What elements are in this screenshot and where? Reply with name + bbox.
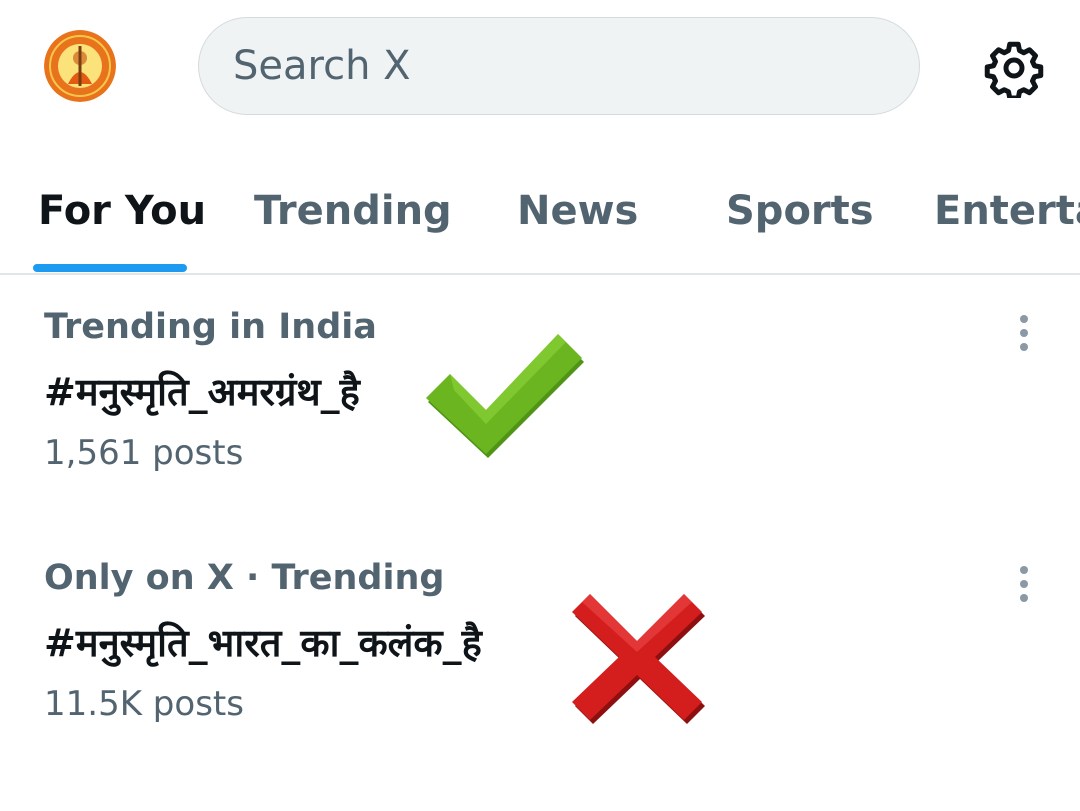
- active-tab-indicator: [33, 264, 187, 272]
- settings-button[interactable]: [982, 36, 1046, 100]
- voice-of-brahmins-logo-icon: [44, 30, 116, 102]
- trend-post-count: 11.5K posts: [44, 684, 244, 724]
- profile-avatar[interactable]: [44, 30, 116, 102]
- more-options-button[interactable]: [1004, 562, 1044, 606]
- tab-for-you[interactable]: For You: [38, 188, 206, 234]
- tab-news[interactable]: News: [517, 188, 638, 234]
- more-vertical-icon: [1020, 315, 1028, 351]
- trend-context: Trending in India: [44, 307, 377, 347]
- trend-hashtag: #मनुस्मृति_अमरग्रंथ_है: [44, 370, 360, 414]
- search-placeholder: Search X: [233, 43, 411, 89]
- gear-icon: [984, 41, 1044, 98]
- trend-post-count: 1,561 posts: [44, 433, 244, 473]
- divider: [0, 273, 1080, 275]
- red-cross-icon: [572, 594, 705, 724]
- more-options-button[interactable]: [1004, 311, 1044, 355]
- tab-entertainment[interactable]: Enterta: [934, 188, 1080, 234]
- more-vertical-icon: [1020, 566, 1028, 602]
- explore-screen: Search X For You Trending News Sports En…: [0, 0, 1080, 811]
- explore-tabs: For You Trending News Sports Enterta: [0, 160, 1080, 275]
- trend-context: Only on X · Trending: [44, 558, 445, 598]
- green-check-icon: [426, 334, 584, 458]
- tab-sports[interactable]: Sports: [726, 188, 874, 234]
- tab-trending[interactable]: Trending: [254, 188, 452, 234]
- search-input[interactable]: Search X: [198, 17, 920, 115]
- trend-item[interactable]: Only on X · Trending #मनुस्मृति_भारत_का_…: [0, 558, 1080, 798]
- trend-hashtag: #मनुस्मृति_भारत_का_कलंक_है: [44, 621, 482, 665]
